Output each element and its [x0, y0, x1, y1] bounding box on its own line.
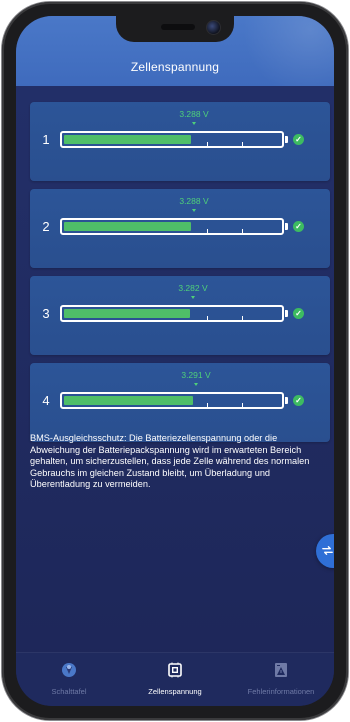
tab-label: Fehlerinformationen — [247, 687, 315, 696]
voltage-marker-icon — [191, 296, 195, 299]
battery-gauge — [60, 218, 284, 235]
phone-frame: Zellenspannung 1 3.288 V ✓ 2 3.288 V ✓ 3… — [2, 2, 348, 720]
tab-schalttafel[interactable]: Schalttafel — [16, 653, 122, 706]
cell-voltage-label: 3.291 V — [181, 370, 211, 380]
cell-card-1: 1 3.288 V ✓ — [30, 102, 330, 181]
check-circle-icon: ✓ — [293, 308, 304, 319]
cell-index: 1 — [42, 132, 50, 147]
tab-zellenspannung[interactable]: Zellenspannung — [122, 653, 228, 706]
dashboard-icon — [62, 663, 76, 677]
battery-cap — [285, 136, 288, 143]
battery-fill — [64, 222, 191, 231]
speaker-grille — [161, 24, 195, 30]
tab-fehlerinformationen[interactable]: Fehlerinformationen — [228, 653, 334, 706]
page-title: Zellenspannung — [130, 60, 220, 74]
voltage-marker-icon — [192, 122, 196, 125]
cell-voltage-label: 3.288 V — [179, 109, 209, 119]
check-circle-icon: ✓ — [293, 395, 304, 406]
battery-tick — [207, 403, 208, 407]
battery-gauge — [60, 131, 284, 148]
voltage-marker-icon — [192, 209, 196, 212]
battery-tick — [242, 229, 243, 233]
battery-tick — [207, 229, 208, 233]
swap-arrows-icon — [322, 546, 333, 555]
cell-index: 3 — [42, 306, 50, 321]
warning-doc-icon — [275, 663, 287, 677]
battery-cap — [285, 397, 288, 404]
swap-arrows-button[interactable] — [316, 534, 334, 568]
app-screen: Zellenspannung 1 3.288 V ✓ 2 3.288 V ✓ 3… — [16, 16, 334, 706]
cell-card-2: 2 3.288 V ✓ — [30, 189, 330, 268]
cell-card-3: 3 3.282 V ✓ — [30, 276, 330, 355]
battery-gauge — [60, 392, 284, 409]
battery-cap — [285, 223, 288, 230]
balancing-info-text: BMS-Ausgleichsschutz: Die Batteriezellen… — [30, 433, 310, 490]
battery-tick — [242, 403, 243, 407]
battery-fill — [64, 309, 190, 318]
battery-tick — [242, 316, 243, 320]
check-circle-icon: ✓ — [293, 221, 304, 232]
battery-tick — [207, 142, 208, 146]
battery-fill — [64, 396, 193, 405]
battery-tick — [207, 316, 208, 320]
tab-label: Zellenspannung — [148, 687, 202, 696]
cell-index: 2 — [42, 219, 50, 234]
voltage-marker-icon — [194, 383, 198, 386]
cell-index: 4 — [42, 393, 50, 408]
cell-voltage-label: 3.288 V — [179, 196, 209, 206]
cell-voltage-label: 3.282 V — [178, 283, 208, 293]
cell-card-4: 4 3.291 V ✓ — [30, 363, 330, 442]
battery-fill — [64, 135, 191, 144]
battery-tick — [242, 142, 243, 146]
check-circle-icon: ✓ — [293, 134, 304, 145]
bottom-tab-bar: Schalttafel Zellenspannung Fehlerinforma… — [16, 652, 334, 706]
tab-label: Schalttafel — [51, 687, 87, 696]
battery-cap — [285, 310, 288, 317]
front-camera-icon — [206, 20, 221, 35]
cell-chip-icon — [168, 662, 182, 678]
battery-gauge — [60, 305, 284, 322]
